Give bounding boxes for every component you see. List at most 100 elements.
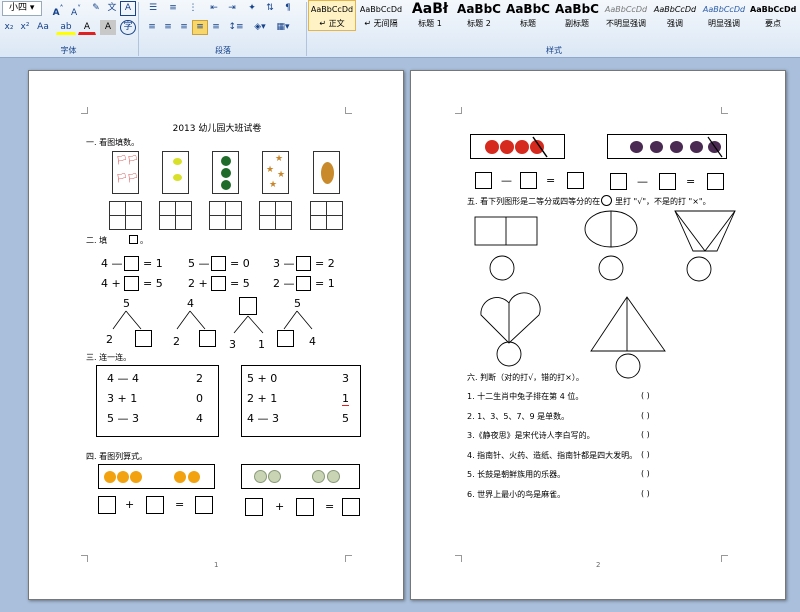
answer-box[interactable] (296, 498, 314, 516)
match-answer: 0 (196, 392, 203, 405)
show-marks-button[interactable]: ¶ (280, 1, 296, 16)
judge-item: 5. 长鼓是朝鲜族用的乐器。 (467, 470, 566, 479)
question-4-heading: 四. 看图列算式。 (86, 452, 148, 461)
answer-paren[interactable]: ( ) (641, 411, 650, 420)
answer-box[interactable] (277, 330, 294, 347)
highlight-button[interactable]: ab (56, 20, 76, 35)
change-case-button[interactable]: Aa (34, 20, 52, 35)
question-6-heading: 六. 判断（对的打√，错的打×）。 (467, 373, 584, 382)
char-border-button[interactable]: A (120, 1, 136, 16)
sort-button[interactable]: ⇅ (262, 1, 278, 16)
equals-sign: = (325, 500, 335, 513)
clear-format-button[interactable]: ✎ (88, 1, 104, 16)
flower (312, 470, 325, 483)
orange (174, 471, 186, 483)
answer-paren[interactable]: ( ) (641, 469, 650, 478)
page-2: — = — = 五. 看下列图形是二等分或四等分的在 里打 "√"，不是的打 "… (410, 70, 786, 600)
style-item[interactable]: AaBbCcDd ↵ 无间隔 (357, 0, 405, 31)
judge-item: 1. 十二生肖中兔子排在第 4 位。 (467, 392, 584, 401)
style-item[interactable]: AaBbCcDd 要点 (749, 0, 797, 31)
group-separator (306, 2, 307, 56)
answer-box[interactable] (135, 330, 152, 347)
fraction-shapes (474, 210, 736, 379)
style-item[interactable]: AaBbCcDd 不明显强调 (602, 0, 650, 31)
char-shading-button[interactable]: A (100, 20, 116, 35)
style-item[interactable]: AaBł 标题 1 (406, 0, 454, 31)
style-name: 标题 2 (467, 19, 491, 28)
shading-button[interactable]: ◈▾ (250, 20, 270, 35)
ribbon: 小四 ▾ A˄ A˅ ✎ 文 A x₂ x² Aa ab A A 字 字体 ☰ … (0, 0, 800, 58)
paragraph-group-label: 段落 (215, 46, 231, 55)
answer-box[interactable] (146, 496, 164, 514)
justify-button[interactable]: ≡ (192, 20, 208, 35)
align-center-button[interactable]: ≡ (160, 20, 176, 35)
style-item[interactable]: AaBbCcDd ↵ 正文 (308, 0, 356, 31)
style-sample: AaBbCcDd (653, 5, 697, 14)
match-expression: 4 — 3 (247, 412, 279, 425)
style-item[interactable]: AaBbCcDd 明显强调 (700, 0, 748, 31)
style-sample: AaBbCcDd (702, 5, 746, 14)
orange-picture (98, 464, 215, 489)
style-name: 强调 (667, 19, 683, 28)
distribute-button[interactable]: ≡ (208, 20, 224, 35)
font-size-select[interactable]: 小四 ▾ (2, 1, 42, 16)
style-sample: AaBł (411, 1, 449, 17)
answer-box[interactable] (245, 498, 263, 516)
match-answer: 1 (342, 392, 349, 406)
answer-paren[interactable]: ( ) (641, 489, 650, 498)
bond-top: 5 (294, 297, 301, 310)
style-item[interactable]: AaBbCcDd 强调 (651, 0, 699, 31)
align-left-button[interactable]: ≡ (144, 20, 160, 35)
style-sample: AaBbCcDd (359, 5, 403, 14)
style-name: 明显强调 (708, 19, 740, 28)
style-name: 标题 (520, 19, 536, 28)
match-answer: 3 (342, 372, 349, 385)
multilevel-list-button[interactable]: ⋮ (184, 1, 202, 16)
style-item[interactable]: AaBbC 标题 (504, 0, 552, 31)
subscript-button[interactable]: x₂ (2, 20, 16, 35)
judge-item: 4. 指南针、火药、造纸、指南针都是四大发明。 (467, 451, 638, 460)
bond-left: 3 (229, 338, 236, 351)
judge-item: 3.《静夜思》是宋代诗人李白写的。 (467, 431, 595, 440)
font-color-button[interactable]: A (78, 20, 96, 35)
answer-box[interactable] (239, 297, 257, 315)
superscript-button[interactable]: x² (18, 20, 32, 35)
bond-left: 2 (106, 333, 113, 346)
answer-box[interactable] (98, 496, 116, 514)
answer-box[interactable] (342, 498, 360, 516)
answer-box[interactable] (199, 330, 216, 347)
match-answer: 2 (196, 372, 203, 385)
bond-right: 1 (258, 338, 265, 351)
orange (104, 471, 116, 483)
grow-font-button[interactable]: A˄ (50, 1, 66, 18)
bond-top: 5 (123, 297, 130, 310)
line-spacing-button[interactable]: ↕≡ (226, 20, 246, 35)
style-name: 副标题 (565, 19, 589, 28)
match-expression: 5 — 3 (107, 412, 139, 425)
answer-paren[interactable]: ( ) (641, 391, 650, 400)
borders-button[interactable]: ▦▾ (272, 20, 294, 35)
match-expression: 2 + 1 (247, 392, 278, 405)
align-right-button[interactable]: ≡ (176, 20, 192, 35)
orange (117, 471, 129, 483)
font-size-value: 小四 (9, 3, 28, 13)
increase-indent-button[interactable]: ⇥ (224, 1, 240, 16)
style-sample: AaBbCcDd (604, 5, 648, 14)
shrink-font-button[interactable]: A˅ (68, 1, 84, 18)
answer-paren[interactable]: ( ) (641, 450, 650, 459)
decrease-indent-button[interactable]: ⇤ (206, 1, 222, 16)
phonetic-guide-button[interactable]: 文 (104, 1, 120, 16)
answer-box[interactable] (195, 496, 213, 514)
style-item[interactable]: AaBbC 标题 2 (455, 0, 503, 31)
style-name: 不明显强调 (606, 19, 646, 28)
orange (130, 471, 142, 483)
enclose-char-button[interactable]: 字 (120, 20, 136, 35)
bullets-button[interactable]: ☰ (144, 1, 162, 16)
numbering-button[interactable]: ≡ (164, 1, 182, 16)
chinese-layout-button[interactable]: ✦ (244, 1, 260, 16)
match-answer: 5 (342, 412, 349, 425)
style-item[interactable]: AaBbC 副标题 (553, 0, 601, 31)
answer-paren[interactable]: ( ) (641, 430, 650, 439)
style-sample: AaBbCcDd (310, 5, 354, 14)
match-expression: 4 — 4 (107, 372, 139, 385)
